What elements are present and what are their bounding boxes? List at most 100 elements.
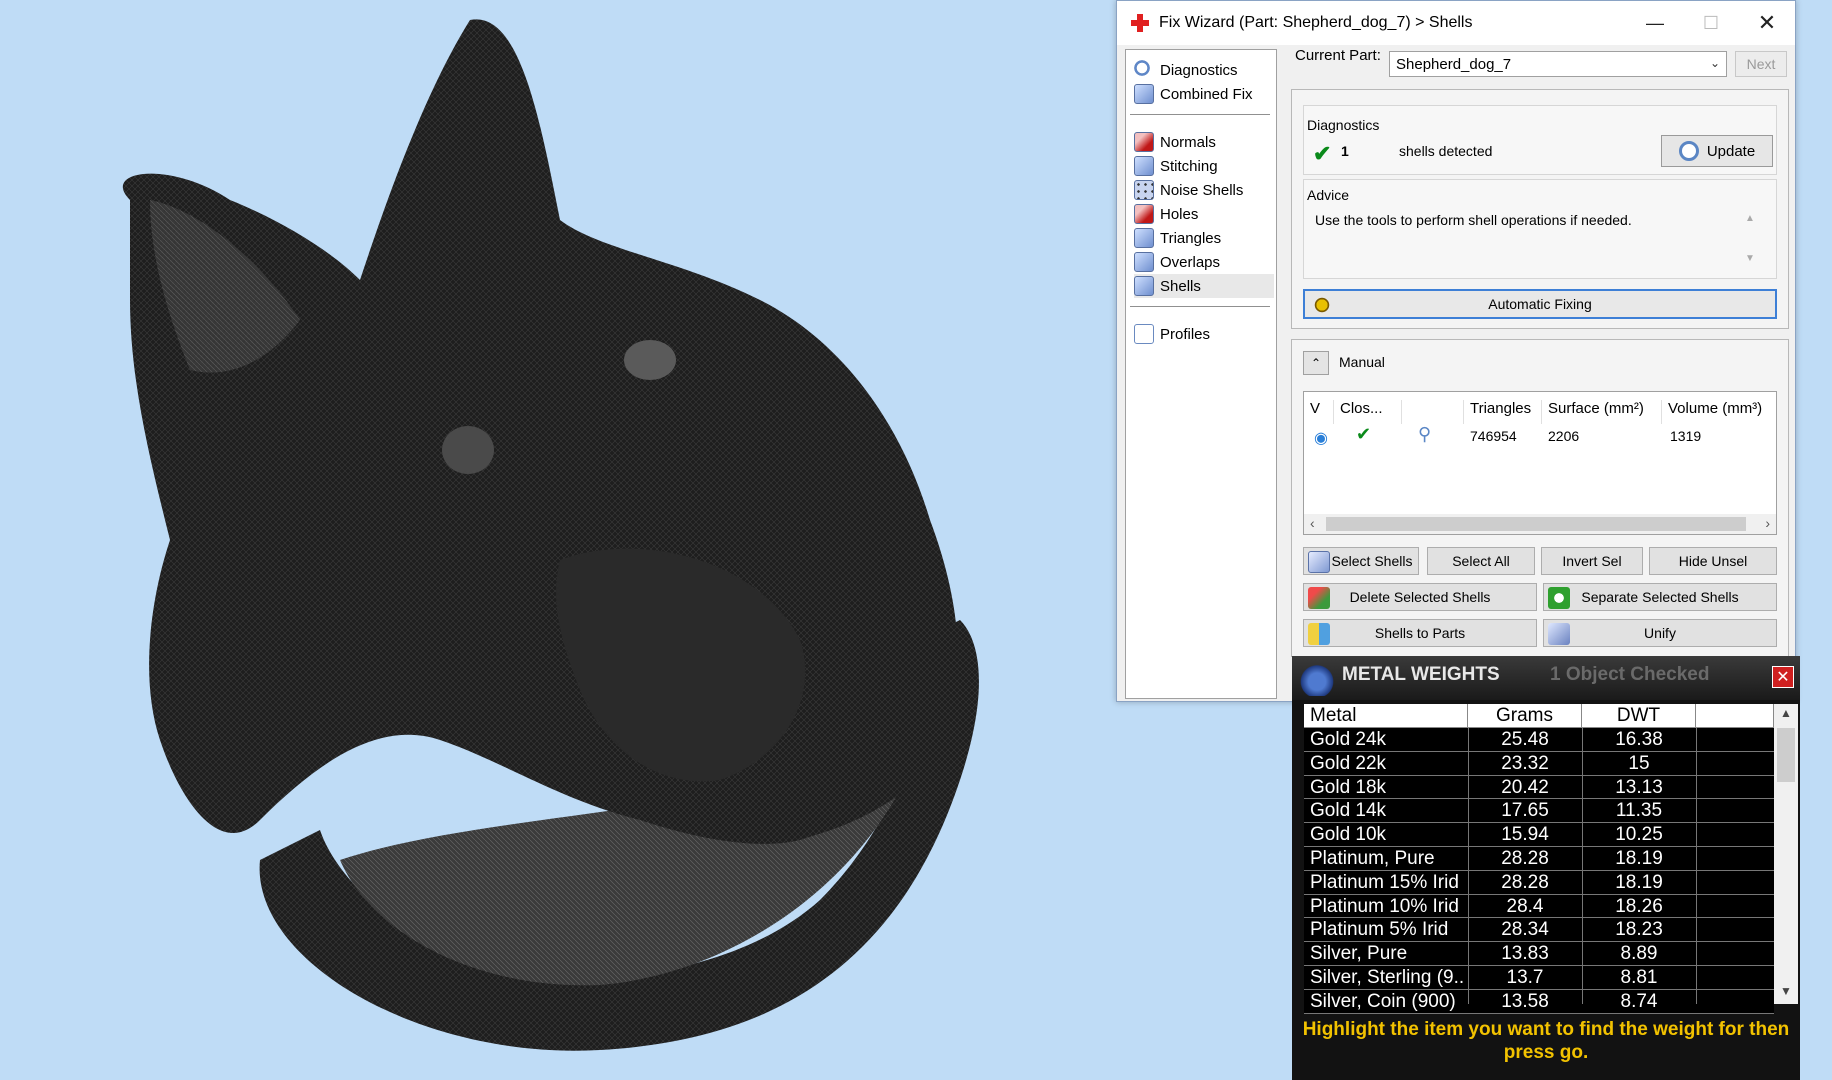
nav-item-stitching[interactable]: Stitching — [1134, 154, 1274, 178]
vertical-scrollbar[interactable]: ▲ ▼ — [1774, 704, 1798, 1004]
nav-item-shells[interactable]: Shells — [1134, 274, 1274, 298]
nav-item-overlaps[interactable]: Overlaps — [1134, 250, 1274, 274]
update-button[interactable]: Update — [1661, 135, 1773, 167]
scrollbar-thumb[interactable] — [1777, 728, 1795, 782]
window-title: Fix Wizard (Part: Shepherd_dog_7) > Shel… — [1159, 14, 1473, 31]
fix-wizard-window: Fix Wizard (Part: Shepherd_dog_7) > Shel… — [1116, 0, 1796, 702]
wizard-nav: Diagnostics Combined Fix Normals Stitchi… — [1125, 49, 1277, 699]
select-all-button[interactable]: Select All — [1427, 547, 1535, 575]
invert-selection-button[interactable]: Invert Sel — [1541, 547, 1643, 575]
table-row[interactable]: Gold 22k 23.32 15 — [1304, 751, 1774, 776]
nav-item-diagnostics[interactable]: Diagnostics — [1134, 58, 1274, 82]
column-header-metal[interactable]: Metal — [1304, 704, 1468, 728]
close-button[interactable]: ✕ — [1739, 1, 1795, 45]
triangles-value: 746954 — [1470, 428, 1517, 444]
table-row[interactable]: Silver, Pure 13.83 8.89 — [1304, 942, 1774, 966]
table-row[interactable]: Gold 14k 17.65 11.35 — [1304, 799, 1774, 824]
table-row[interactable]: Silver, Sterling (9... 13.7 8.81 — [1304, 966, 1774, 990]
metal-table-header: Metal Grams DWT — [1304, 704, 1774, 728]
scroll-left-icon[interactable]: ‹ — [1310, 515, 1315, 531]
table-row[interactable]: Platinum 5% Irid 28.34 18.23 — [1304, 918, 1774, 943]
nav-item-profiles[interactable]: Profiles — [1134, 322, 1274, 346]
document-icon — [1134, 324, 1154, 344]
nav-item-normals[interactable]: Normals — [1134, 130, 1274, 154]
column-header-volume[interactable]: Volume (mm³) — [1664, 400, 1776, 424]
scroll-right-icon[interactable]: › — [1765, 515, 1770, 531]
nav-item-combined-fix[interactable]: Combined Fix — [1134, 82, 1274, 106]
metal-name: Platinum 15% Irid — [1310, 871, 1459, 893]
metal-name: Gold 14k — [1310, 800, 1387, 822]
table-row[interactable]: Platinum 15% Irid 28.28 18.19 — [1304, 870, 1774, 895]
table-row[interactable]: Silver, Coin (900) 13.58 8.74 — [1304, 989, 1774, 1014]
column-divider — [1468, 728, 1469, 1004]
surface-value: 2206 — [1548, 428, 1580, 444]
next-button[interactable]: Next — [1735, 51, 1787, 77]
column-header-triangles[interactable]: Triangles — [1466, 400, 1542, 424]
scroll-down-icon[interactable]: ▼ — [1780, 984, 1792, 998]
grams-value: 13.83 — [1501, 943, 1549, 965]
nav-item-holes[interactable]: Holes — [1134, 202, 1274, 226]
table-row[interactable]: Gold 24k 25.48 16.38 — [1304, 728, 1774, 752]
shell-icon — [1308, 551, 1330, 573]
eye-icon[interactable]: ◉ — [1314, 428, 1328, 448]
unify-button[interactable]: Unify — [1543, 619, 1777, 647]
column-header-closed[interactable]: Clos... — [1336, 400, 1402, 424]
grams-value: 25.48 — [1501, 729, 1549, 750]
scroll-down-icon[interactable]: ▼ — [1745, 253, 1755, 264]
delete-shell-icon — [1308, 587, 1330, 609]
column-header-repair[interactable] — [1404, 400, 1464, 424]
magnifier-icon[interactable]: ⚲ — [1418, 424, 1431, 445]
volume-value: 1319 — [1670, 428, 1702, 444]
dog-ring-model — [122, 19, 979, 1051]
minimize-button[interactable]: — — [1627, 1, 1683, 45]
dwt-value: 8.81 — [1620, 967, 1658, 988]
grams-value: 28.4 — [1506, 895, 1544, 917]
metal-name: Gold 18k — [1310, 776, 1387, 798]
checkmark-icon: ✔ — [1313, 141, 1332, 166]
collapse-toggle[interactable]: ⌃ — [1303, 351, 1329, 375]
combined-fix-icon — [1134, 84, 1154, 104]
nav-divider — [1130, 306, 1270, 307]
automatic-fixing-button[interactable]: Automatic Fixing — [1303, 289, 1777, 319]
shells-to-parts-button[interactable]: Shells to Parts — [1303, 619, 1537, 647]
dwt-value: 13.13 — [1615, 776, 1663, 798]
dwt-value: 15 — [1628, 752, 1650, 774]
current-part-select[interactable]: Shepherd_dog_7 ⌄ — [1389, 51, 1727, 77]
metal-name: Gold 24k — [1310, 729, 1387, 750]
separate-selected-shells-button[interactable]: Separate Selected Shells — [1543, 583, 1777, 611]
table-row[interactable]: Gold 18k 20.42 13.13 — [1304, 775, 1774, 800]
netfabb-cross-icon — [1131, 14, 1149, 32]
metal-name: Silver, Sterling (9... — [1310, 967, 1464, 988]
scrollbar-thumb[interactable] — [1326, 517, 1746, 531]
nav-item-triangles[interactable]: Triangles — [1134, 226, 1274, 250]
column-divider — [1696, 728, 1697, 1004]
close-icon[interactable]: ✕ — [1772, 666, 1794, 688]
scroll-up-icon[interactable]: ▲ — [1780, 706, 1792, 720]
metal-weights-header: METAL WEIGHTS 1 Object Checked ✕ — [1292, 656, 1800, 700]
grams-value: 15.94 — [1501, 824, 1549, 846]
select-shells-button[interactable]: Select Shells — [1303, 547, 1419, 575]
column-header-visible[interactable]: V — [1306, 400, 1334, 424]
metal-name: Platinum, Pure — [1310, 848, 1435, 869]
title-bar[interactable]: Fix Wizard (Part: Shepherd_dog_7) > Shel… — [1117, 1, 1795, 45]
column-header-dwt[interactable]: DWT — [1582, 704, 1696, 728]
nav-item-noise-shells[interactable]: Noise Shells — [1134, 178, 1274, 202]
table-row[interactable]: Platinum 10% Irid 28.4 18.26 — [1304, 894, 1774, 919]
metal-weights-table[interactable]: Metal Grams DWT Gold 24k 25.48 16.38 Gold 2… — [1304, 704, 1798, 1014]
3d-viewport[interactable] — [0, 0, 1110, 1080]
horizontal-scrollbar[interactable]: ‹ › — [1304, 514, 1776, 534]
table-row[interactable]: Platinum, Pure 28.28 18.19 — [1304, 847, 1774, 871]
scroll-up-icon[interactable]: ▲ — [1745, 213, 1755, 224]
column-header-surface[interactable]: Surface (mm²) — [1544, 400, 1662, 424]
grams-value: 20.42 — [1501, 776, 1549, 798]
dwt-value: 8.74 — [1620, 990, 1658, 1012]
column-header-grams[interactable]: Grams — [1468, 704, 1582, 728]
shells-table[interactable]: V Clos... Triangles Surface (mm²) Volume… — [1303, 391, 1777, 535]
delete-selected-shells-button[interactable]: Delete Selected Shells — [1303, 583, 1537, 611]
maximize-button[interactable]: ☐ — [1683, 1, 1739, 45]
hide-unselected-button[interactable]: Hide Unsel — [1649, 547, 1777, 575]
diagnostics-status: shells detected — [1399, 143, 1493, 159]
overlaps-icon — [1134, 252, 1154, 272]
table-row[interactable]: Gold 10k 15.94 10.25 — [1304, 823, 1774, 847]
dwt-value: 16.38 — [1615, 729, 1663, 750]
